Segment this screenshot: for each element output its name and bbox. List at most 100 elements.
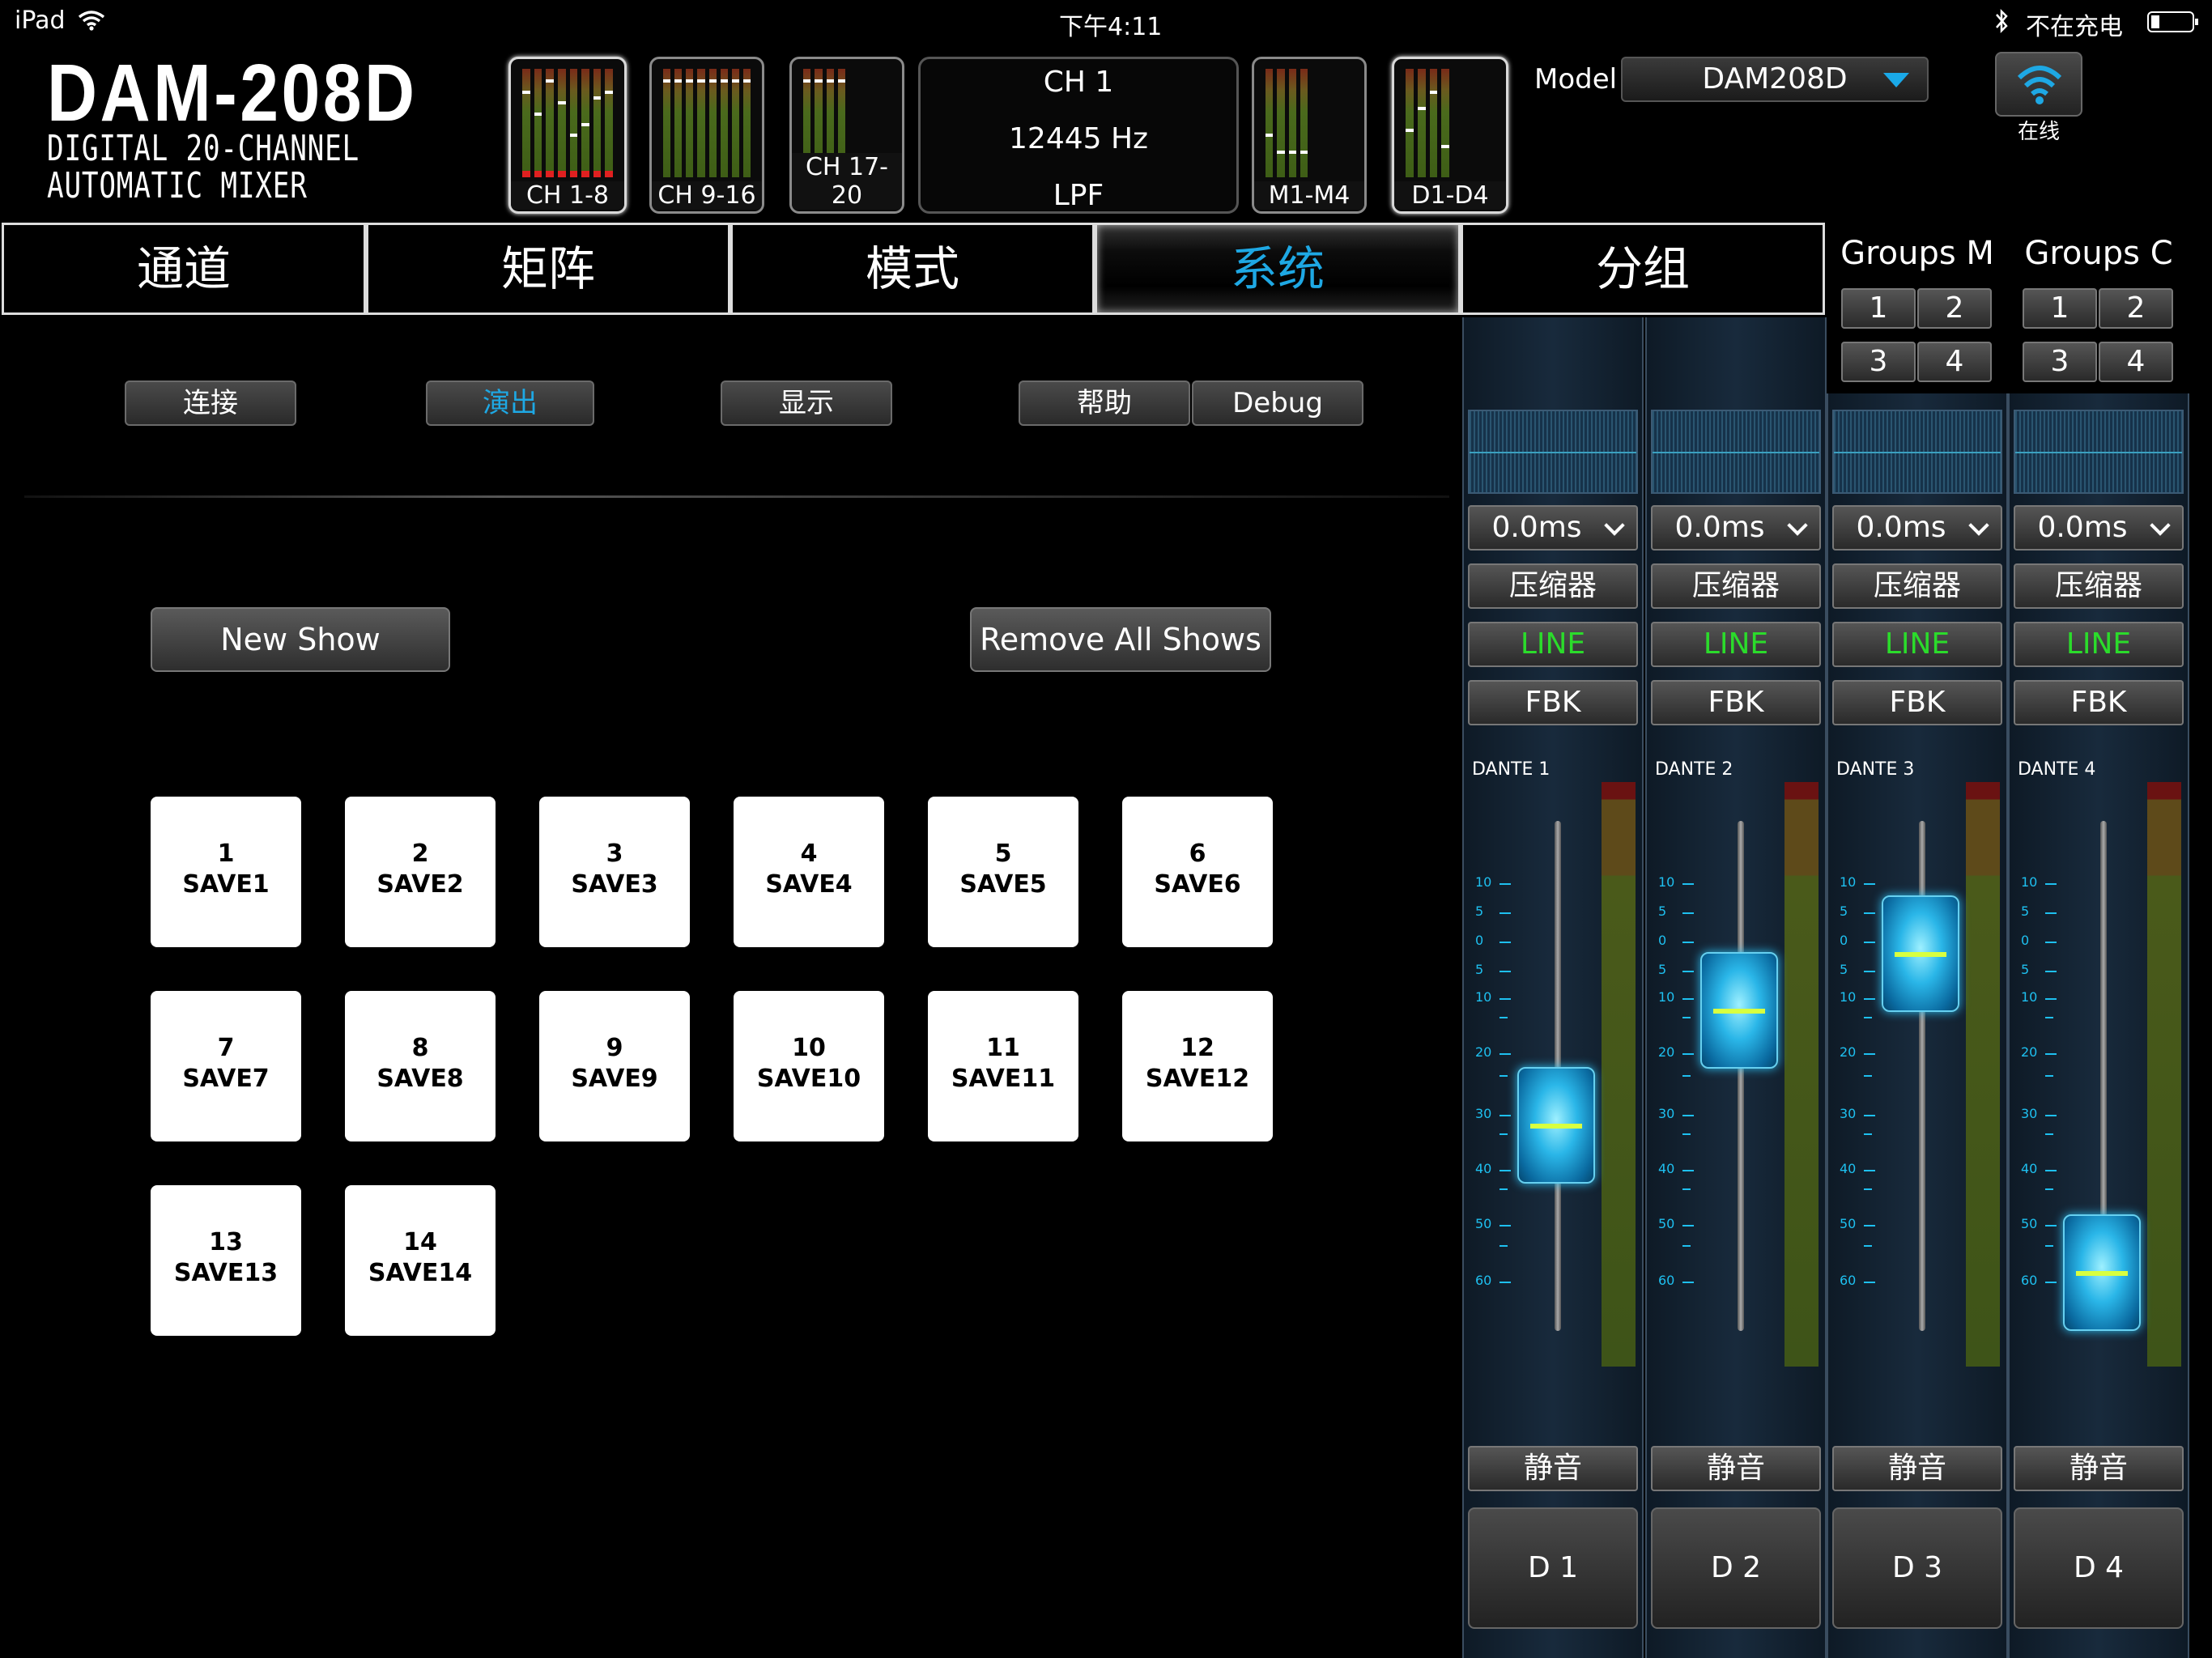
connection-status: 在线 (2017, 120, 2060, 144)
remove-all-shows-button[interactable]: Remove All Shows (970, 607, 1271, 672)
mute-button[interactable]: 静音 (1832, 1446, 2002, 1491)
thumb-m1-m4[interactable]: M1-M4 (1252, 57, 1367, 214)
save-slot[interactable]: 6 SAVE6 (1122, 797, 1273, 947)
delay-select[interactable]: 0.0ms (1651, 505, 1821, 551)
scale-tick-mark (1682, 1245, 1691, 1247)
scale-label: 5 (1475, 903, 1484, 919)
groups-c-button-1[interactable]: 1 (2023, 288, 2097, 329)
mute-button[interactable]: 静音 (1651, 1446, 1821, 1491)
save-slot[interactable]: 14 SAVE14 (345, 1185, 496, 1336)
thumb-ch1-8[interactable]: CH 1-8 (508, 57, 627, 214)
groups-c-button-3[interactable]: 3 (2023, 342, 2097, 382)
channel-select-button[interactable]: D 3 (1832, 1507, 2002, 1629)
delay-select[interactable]: 0.0ms (1468, 505, 1638, 551)
help-button[interactable]: 帮助 (1019, 380, 1190, 426)
fbk-button[interactable]: FBK (1832, 680, 2002, 725)
scale-label: 5 (1840, 903, 1848, 919)
debug-button[interactable]: Debug (1192, 380, 1363, 426)
fader-knob[interactable] (1882, 895, 1959, 1012)
delay-value: 0.0ms (2037, 511, 2128, 544)
save-slot[interactable]: 1 SAVE1 (151, 797, 301, 947)
scale-label: 5 (1658, 962, 1667, 977)
channel-select-button[interactable]: D 2 (1651, 1507, 1821, 1629)
fbk-button[interactable]: FBK (1651, 680, 1821, 725)
scale-tick-mark (1864, 1075, 1872, 1077)
divider (24, 495, 1449, 498)
channel-level-meter (1784, 782, 1819, 1367)
save-slot[interactable]: 13 SAVE13 (151, 1185, 301, 1336)
logo-subtitle-1: DIGITAL 20-CHANNEL (47, 128, 359, 169)
channel-select-button[interactable]: D 1 (1468, 1507, 1638, 1629)
connect-button[interactable]: 连接 (125, 380, 296, 426)
scale-label: 20 (1658, 1044, 1675, 1060)
fbk-button[interactable]: FBK (1468, 680, 1638, 725)
save-slot[interactable]: 11 SAVE11 (928, 991, 1078, 1141)
compressor-button[interactable]: 压缩器 (1651, 563, 1821, 609)
scale-label: 50 (2021, 1216, 2038, 1231)
save-slot[interactable]: 2 SAVE2 (345, 797, 496, 947)
connection-button[interactable] (1995, 52, 2082, 117)
model-select[interactable]: DAM208D (1621, 57, 1929, 102)
compressor-button[interactable]: 压缩器 (1468, 563, 1638, 609)
save-slot[interactable]: 9 SAVE9 (539, 991, 690, 1141)
groups-m-button-2[interactable]: 2 (1917, 288, 1992, 329)
fader-knob[interactable] (1517, 1067, 1595, 1184)
tab-mode[interactable]: 模式 (730, 223, 1095, 315)
save-slot[interactable]: 3 SAVE3 (539, 797, 690, 947)
battery-icon (2147, 11, 2198, 32)
scale-tick-mark (1864, 883, 1875, 885)
level-meter-display (1651, 410, 1821, 494)
line-button[interactable]: LINE (1832, 622, 2002, 667)
scale-tick-mark (1682, 883, 1694, 885)
thumb-ch17-20[interactable]: CH 17-20 (789, 57, 904, 214)
groups-m-button-1[interactable]: 1 (1841, 288, 1916, 329)
scale-label: 0 (1840, 933, 1848, 948)
line-button[interactable]: LINE (1468, 622, 1638, 667)
scale-tick-mark (1499, 1282, 1511, 1283)
compressor-button[interactable]: 压缩器 (2014, 563, 2184, 609)
channel-level-meter (2147, 782, 2181, 1367)
channel-select-button[interactable]: D 4 (2014, 1507, 2184, 1629)
scale-tick-mark (1682, 1188, 1691, 1190)
delay-select[interactable]: 0.0ms (1832, 505, 2002, 551)
thumb-ch9-16[interactable]: CH 9-16 (649, 57, 764, 214)
tab-matrix[interactable]: 矩阵 (366, 223, 730, 315)
groups-c-button-4[interactable]: 4 (2099, 342, 2173, 382)
show-button[interactable]: 演出 (426, 380, 594, 426)
groups-c-button-2[interactable]: 2 (2099, 288, 2173, 329)
scale-tick-mark (2045, 998, 2057, 1000)
tab-channel[interactable]: 通道 (2, 223, 366, 315)
fader-knob[interactable] (1700, 952, 1778, 1069)
display-button[interactable]: 显示 (721, 380, 892, 426)
groups-m-button-3[interactable]: 3 (1841, 342, 1916, 382)
tab-system[interactable]: 系统 (1095, 223, 1461, 315)
scale-label: 20 (1840, 1044, 1857, 1060)
tab-group[interactable]: 分组 (1461, 223, 1825, 315)
thumb-d1-d4[interactable]: D1-D4 (1392, 57, 1508, 214)
scale-label: 10 (1475, 989, 1492, 1005)
compressor-button[interactable]: 压缩器 (1832, 563, 2002, 609)
scale-label: 0 (2021, 933, 2030, 948)
line-button[interactable]: LINE (1651, 622, 1821, 667)
save-slot[interactable]: 7 SAVE7 (151, 991, 301, 1141)
scale-tick-mark (1864, 1282, 1875, 1283)
mute-button[interactable]: 静音 (1468, 1446, 1638, 1491)
save-slot[interactable]: 12 SAVE12 (1122, 991, 1273, 1141)
new-show-button[interactable]: New Show (151, 607, 450, 672)
thumb-label: CH 1-8 (511, 181, 624, 210)
line-button[interactable]: LINE (2014, 622, 2184, 667)
mute-button[interactable]: 静音 (2014, 1446, 2184, 1491)
save-slot[interactable]: 10 SAVE10 (734, 991, 884, 1141)
save-slot[interactable]: 5 SAVE5 (928, 797, 1078, 947)
fader-knob[interactable] (2063, 1214, 2141, 1331)
scale-tick-mark (1864, 1115, 1875, 1116)
fbk-button[interactable]: FBK (2014, 680, 2184, 725)
scale-tick-mark (1682, 942, 1694, 943)
save-slot[interactable]: 8 SAVE8 (345, 991, 496, 1141)
logo-title: DAM-208D (47, 48, 418, 138)
bluetooth-icon (1996, 8, 2008, 34)
save-slot[interactable]: 4 SAVE4 (734, 797, 884, 947)
delay-select[interactable]: 0.0ms (2014, 505, 2184, 551)
groups-m-button-4[interactable]: 4 (1917, 342, 1992, 382)
status-charge: 不在充电 (2026, 13, 2123, 41)
